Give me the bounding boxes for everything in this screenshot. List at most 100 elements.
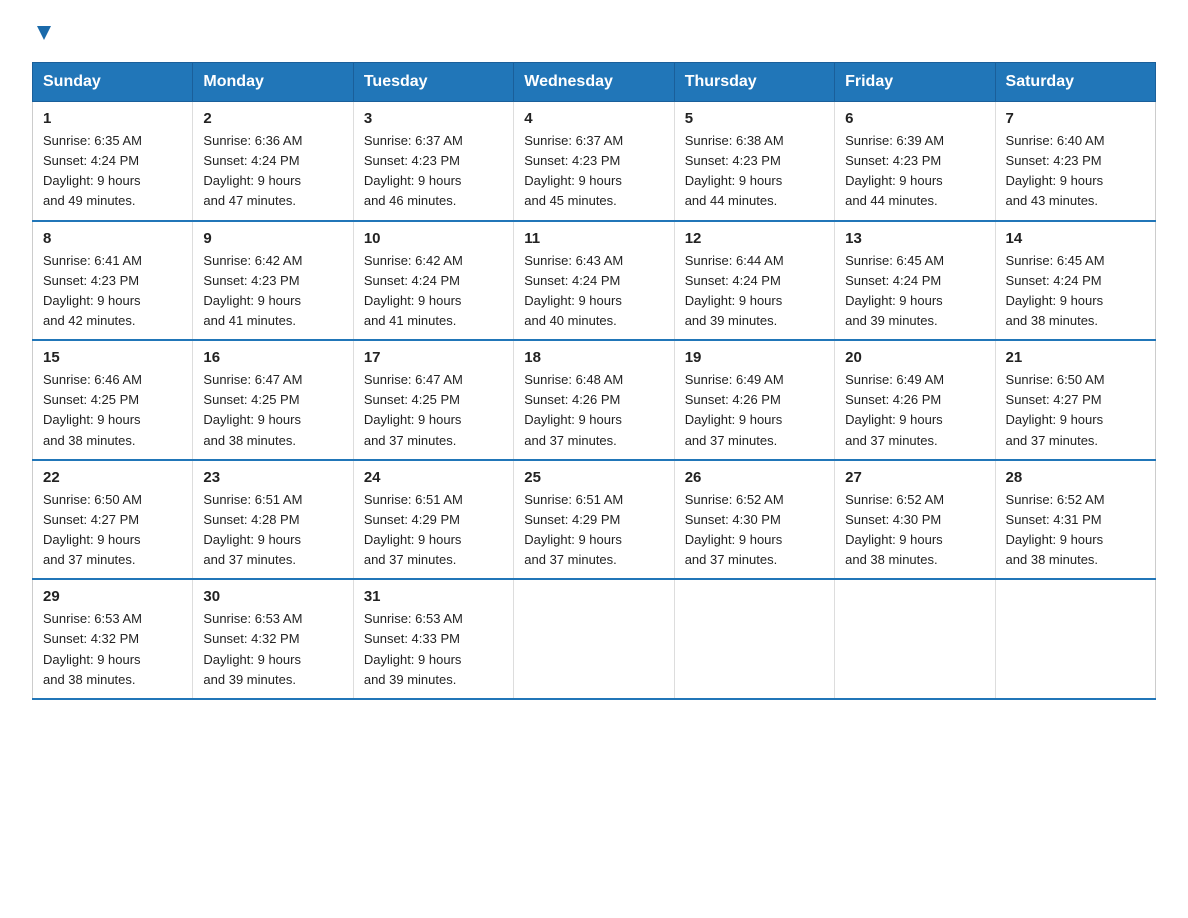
day-cell: 24 Sunrise: 6:51 AMSunset: 4:29 PMDaylig… — [353, 460, 513, 580]
day-info: Sunrise: 6:45 AMSunset: 4:24 PMDaylight:… — [845, 253, 944, 328]
day-cell: 7 Sunrise: 6:40 AMSunset: 4:23 PMDayligh… — [995, 102, 1155, 221]
day-info: Sunrise: 6:41 AMSunset: 4:23 PMDaylight:… — [43, 253, 142, 328]
week-row-1: 1 Sunrise: 6:35 AMSunset: 4:24 PMDayligh… — [33, 102, 1156, 221]
day-number: 27 — [845, 469, 984, 486]
day-number: 31 — [364, 588, 503, 605]
day-number: 6 — [845, 110, 984, 127]
day-number: 4 — [524, 110, 663, 127]
day-info: Sunrise: 6:43 AMSunset: 4:24 PMDaylight:… — [524, 253, 623, 328]
day-cell: 14 Sunrise: 6:45 AMSunset: 4:24 PMDaylig… — [995, 221, 1155, 341]
day-info: Sunrise: 6:52 AMSunset: 4:30 PMDaylight:… — [685, 492, 784, 567]
day-cell: 22 Sunrise: 6:50 AMSunset: 4:27 PMDaylig… — [33, 460, 193, 580]
day-info: Sunrise: 6:35 AMSunset: 4:24 PMDaylight:… — [43, 133, 142, 208]
day-number: 28 — [1006, 469, 1145, 486]
week-row-5: 29 Sunrise: 6:53 AMSunset: 4:32 PMDaylig… — [33, 579, 1156, 699]
day-number: 24 — [364, 469, 503, 486]
day-info: Sunrise: 6:51 AMSunset: 4:29 PMDaylight:… — [364, 492, 463, 567]
day-cell: 29 Sunrise: 6:53 AMSunset: 4:32 PMDaylig… — [33, 579, 193, 699]
day-cell: 3 Sunrise: 6:37 AMSunset: 4:23 PMDayligh… — [353, 102, 513, 221]
day-info: Sunrise: 6:51 AMSunset: 4:28 PMDaylight:… — [203, 492, 302, 567]
day-info: Sunrise: 6:49 AMSunset: 4:26 PMDaylight:… — [685, 372, 784, 447]
day-info: Sunrise: 6:39 AMSunset: 4:23 PMDaylight:… — [845, 133, 944, 208]
day-number: 13 — [845, 230, 984, 247]
day-cell: 2 Sunrise: 6:36 AMSunset: 4:24 PMDayligh… — [193, 102, 353, 221]
day-cell: 6 Sunrise: 6:39 AMSunset: 4:23 PMDayligh… — [835, 102, 995, 221]
day-cell: 30 Sunrise: 6:53 AMSunset: 4:32 PMDaylig… — [193, 579, 353, 699]
day-number: 23 — [203, 469, 342, 486]
day-number: 10 — [364, 230, 503, 247]
day-cell: 19 Sunrise: 6:49 AMSunset: 4:26 PMDaylig… — [674, 340, 834, 460]
day-number: 20 — [845, 349, 984, 366]
day-cell: 25 Sunrise: 6:51 AMSunset: 4:29 PMDaylig… — [514, 460, 674, 580]
day-cell: 26 Sunrise: 6:52 AMSunset: 4:30 PMDaylig… — [674, 460, 834, 580]
header-friday: Friday — [835, 63, 995, 102]
day-info: Sunrise: 6:51 AMSunset: 4:29 PMDaylight:… — [524, 492, 623, 567]
logo-arrow-icon — [33, 22, 55, 44]
day-cell — [514, 579, 674, 699]
day-cell: 9 Sunrise: 6:42 AMSunset: 4:23 PMDayligh… — [193, 221, 353, 341]
day-cell: 12 Sunrise: 6:44 AMSunset: 4:24 PMDaylig… — [674, 221, 834, 341]
week-row-3: 15 Sunrise: 6:46 AMSunset: 4:25 PMDaylig… — [33, 340, 1156, 460]
day-info: Sunrise: 6:47 AMSunset: 4:25 PMDaylight:… — [364, 372, 463, 447]
day-cell: 4 Sunrise: 6:37 AMSunset: 4:23 PMDayligh… — [514, 102, 674, 221]
calendar-body: 1 Sunrise: 6:35 AMSunset: 4:24 PMDayligh… — [33, 102, 1156, 699]
day-cell: 13 Sunrise: 6:45 AMSunset: 4:24 PMDaylig… — [835, 221, 995, 341]
day-cell: 11 Sunrise: 6:43 AMSunset: 4:24 PMDaylig… — [514, 221, 674, 341]
day-cell: 10 Sunrise: 6:42 AMSunset: 4:24 PMDaylig… — [353, 221, 513, 341]
day-info: Sunrise: 6:36 AMSunset: 4:24 PMDaylight:… — [203, 133, 302, 208]
day-cell: 17 Sunrise: 6:47 AMSunset: 4:25 PMDaylig… — [353, 340, 513, 460]
day-info: Sunrise: 6:53 AMSunset: 4:32 PMDaylight:… — [203, 611, 302, 686]
header-thursday: Thursday — [674, 63, 834, 102]
header-tuesday: Tuesday — [353, 63, 513, 102]
day-number: 26 — [685, 469, 824, 486]
day-info: Sunrise: 6:49 AMSunset: 4:26 PMDaylight:… — [845, 372, 944, 447]
day-number: 15 — [43, 349, 182, 366]
day-info: Sunrise: 6:44 AMSunset: 4:24 PMDaylight:… — [685, 253, 784, 328]
day-info: Sunrise: 6:53 AMSunset: 4:33 PMDaylight:… — [364, 611, 463, 686]
day-info: Sunrise: 6:45 AMSunset: 4:24 PMDaylight:… — [1006, 253, 1105, 328]
day-number: 16 — [203, 349, 342, 366]
day-cell: 18 Sunrise: 6:48 AMSunset: 4:26 PMDaylig… — [514, 340, 674, 460]
day-number: 5 — [685, 110, 824, 127]
day-number: 14 — [1006, 230, 1145, 247]
day-number: 29 — [43, 588, 182, 605]
day-cell: 15 Sunrise: 6:46 AMSunset: 4:25 PMDaylig… — [33, 340, 193, 460]
day-number: 25 — [524, 469, 663, 486]
day-number: 12 — [685, 230, 824, 247]
day-info: Sunrise: 6:53 AMSunset: 4:32 PMDaylight:… — [43, 611, 142, 686]
week-row-4: 22 Sunrise: 6:50 AMSunset: 4:27 PMDaylig… — [33, 460, 1156, 580]
day-number: 11 — [524, 230, 663, 247]
day-info: Sunrise: 6:37 AMSunset: 4:23 PMDaylight:… — [524, 133, 623, 208]
day-info: Sunrise: 6:42 AMSunset: 4:24 PMDaylight:… — [364, 253, 463, 328]
day-cell — [835, 579, 995, 699]
day-cell: 1 Sunrise: 6:35 AMSunset: 4:24 PMDayligh… — [33, 102, 193, 221]
day-info: Sunrise: 6:52 AMSunset: 4:31 PMDaylight:… — [1006, 492, 1105, 567]
header-wednesday: Wednesday — [514, 63, 674, 102]
day-cell: 8 Sunrise: 6:41 AMSunset: 4:23 PMDayligh… — [33, 221, 193, 341]
day-cell: 27 Sunrise: 6:52 AMSunset: 4:30 PMDaylig… — [835, 460, 995, 580]
week-row-2: 8 Sunrise: 6:41 AMSunset: 4:23 PMDayligh… — [33, 221, 1156, 341]
day-info: Sunrise: 6:46 AMSunset: 4:25 PMDaylight:… — [43, 372, 142, 447]
day-cell: 16 Sunrise: 6:47 AMSunset: 4:25 PMDaylig… — [193, 340, 353, 460]
day-info: Sunrise: 6:42 AMSunset: 4:23 PMDaylight:… — [203, 253, 302, 328]
page-header — [32, 24, 1156, 44]
day-info: Sunrise: 6:50 AMSunset: 4:27 PMDaylight:… — [43, 492, 142, 567]
day-cell: 21 Sunrise: 6:50 AMSunset: 4:27 PMDaylig… — [995, 340, 1155, 460]
day-info: Sunrise: 6:52 AMSunset: 4:30 PMDaylight:… — [845, 492, 944, 567]
day-info: Sunrise: 6:48 AMSunset: 4:26 PMDaylight:… — [524, 372, 623, 447]
day-cell: 20 Sunrise: 6:49 AMSunset: 4:26 PMDaylig… — [835, 340, 995, 460]
day-number: 17 — [364, 349, 503, 366]
day-number: 9 — [203, 230, 342, 247]
calendar-table: SundayMondayTuesdayWednesdayThursdayFrid… — [32, 62, 1156, 700]
header-sunday: Sunday — [33, 63, 193, 102]
day-cell: 31 Sunrise: 6:53 AMSunset: 4:33 PMDaylig… — [353, 579, 513, 699]
day-number: 21 — [1006, 349, 1145, 366]
header-monday: Monday — [193, 63, 353, 102]
day-number: 22 — [43, 469, 182, 486]
day-info: Sunrise: 6:37 AMSunset: 4:23 PMDaylight:… — [364, 133, 463, 208]
day-cell — [995, 579, 1155, 699]
day-number: 7 — [1006, 110, 1145, 127]
day-info: Sunrise: 6:38 AMSunset: 4:23 PMDaylight:… — [685, 133, 784, 208]
day-info: Sunrise: 6:47 AMSunset: 4:25 PMDaylight:… — [203, 372, 302, 447]
day-cell: 28 Sunrise: 6:52 AMSunset: 4:31 PMDaylig… — [995, 460, 1155, 580]
